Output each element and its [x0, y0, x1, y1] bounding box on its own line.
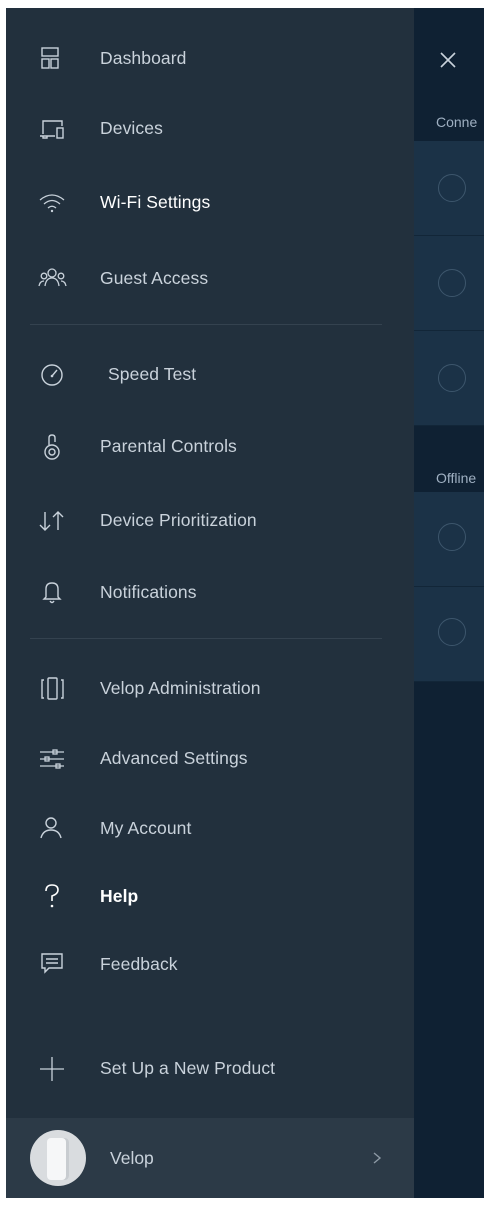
up-down-arrows-icon [36, 506, 68, 536]
wifi-icon [36, 188, 68, 218]
device-card[interactable] [414, 331, 484, 426]
dashboard-icon [36, 44, 68, 74]
devices-icon [36, 114, 68, 144]
velop-node-label: Velop [110, 1148, 154, 1168]
menu-item-wifi-settings[interactable]: Wi-Fi Settings [6, 178, 414, 228]
menu-item-device-prioritization[interactable]: Device Prioritization [6, 496, 414, 546]
menu-item-notifications[interactable]: Notifications [6, 568, 414, 618]
app-frame: Conne Offline Dashboard Devices Wi-Fi Se… [6, 8, 484, 1198]
menu-item-set-up-new-product[interactable]: Set Up a New Product [6, 1044, 414, 1094]
menu-item-label: Feedback [100, 954, 178, 974]
plus-icon [36, 1054, 68, 1084]
chevron-right-icon [370, 1148, 384, 1168]
velop-node-footer[interactable]: Velop [6, 1118, 414, 1198]
device-status-circle [438, 364, 466, 392]
speedometer-icon [36, 360, 68, 390]
menu-item-label: Devices [100, 118, 163, 138]
menu-item-help[interactable]: Help [6, 872, 414, 922]
node-icon [36, 674, 68, 704]
device-card[interactable] [414, 141, 484, 236]
user-icon [36, 814, 68, 844]
lock-icon [36, 432, 68, 462]
question-mark-icon [36, 882, 68, 912]
menu-item-dashboard[interactable]: Dashboard [6, 34, 414, 84]
menu-item-label: My Account [100, 818, 192, 838]
navigation-drawer: Dashboard Devices Wi-Fi Settings Guest A… [6, 8, 414, 1198]
menu-item-label: Help [100, 886, 139, 906]
menu-divider [30, 638, 382, 639]
menu-item-guest-access[interactable]: Guest Access [6, 254, 414, 304]
menu-item-parental-controls[interactable]: Parental Controls [6, 422, 414, 472]
menu-item-advanced-settings[interactable]: Advanced Settings [6, 734, 414, 784]
menu-divider [30, 324, 382, 325]
speech-bubble-icon [36, 950, 68, 980]
velop-node-avatar [30, 1130, 86, 1186]
device-status-circle [438, 174, 466, 202]
connected-heading: Conne [436, 114, 478, 130]
menu-item-devices[interactable]: Devices [6, 104, 414, 154]
menu-item-label: Parental Controls [100, 436, 237, 456]
velop-tower-image [47, 1138, 69, 1180]
menu-item-label: Dashboard [100, 48, 187, 68]
offline-heading: Offline [436, 470, 477, 486]
menu-item-label: Speed Test [108, 364, 197, 384]
menu-item-my-account[interactable]: My Account [6, 804, 414, 854]
close-icon[interactable] [436, 48, 460, 72]
sliders-icon [36, 744, 68, 774]
device-status-circle [438, 269, 466, 297]
device-card[interactable] [414, 236, 484, 331]
device-status-circle [438, 618, 466, 646]
menu-item-velop-administration[interactable]: Velop Administration [6, 664, 414, 714]
menu-item-label: Advanced Settings [100, 748, 248, 768]
menu-item-label: Guest Access [100, 268, 209, 288]
device-card[interactable] [414, 492, 484, 587]
menu-item-feedback[interactable]: Feedback [6, 940, 414, 990]
device-status-circle [438, 523, 466, 551]
menu-item-label: Notifications [100, 582, 197, 602]
guest-access-icon [36, 264, 68, 294]
menu-item-speed-test[interactable]: Speed Test [6, 350, 414, 400]
menu-item-label: Device Prioritization [100, 510, 257, 530]
device-card[interactable] [414, 587, 484, 682]
menu-item-label: Set Up a New Product [100, 1058, 276, 1078]
bell-icon [36, 578, 68, 608]
menu-item-label: Wi-Fi Settings [100, 192, 211, 212]
menu-item-label: Velop Administration [100, 678, 261, 698]
